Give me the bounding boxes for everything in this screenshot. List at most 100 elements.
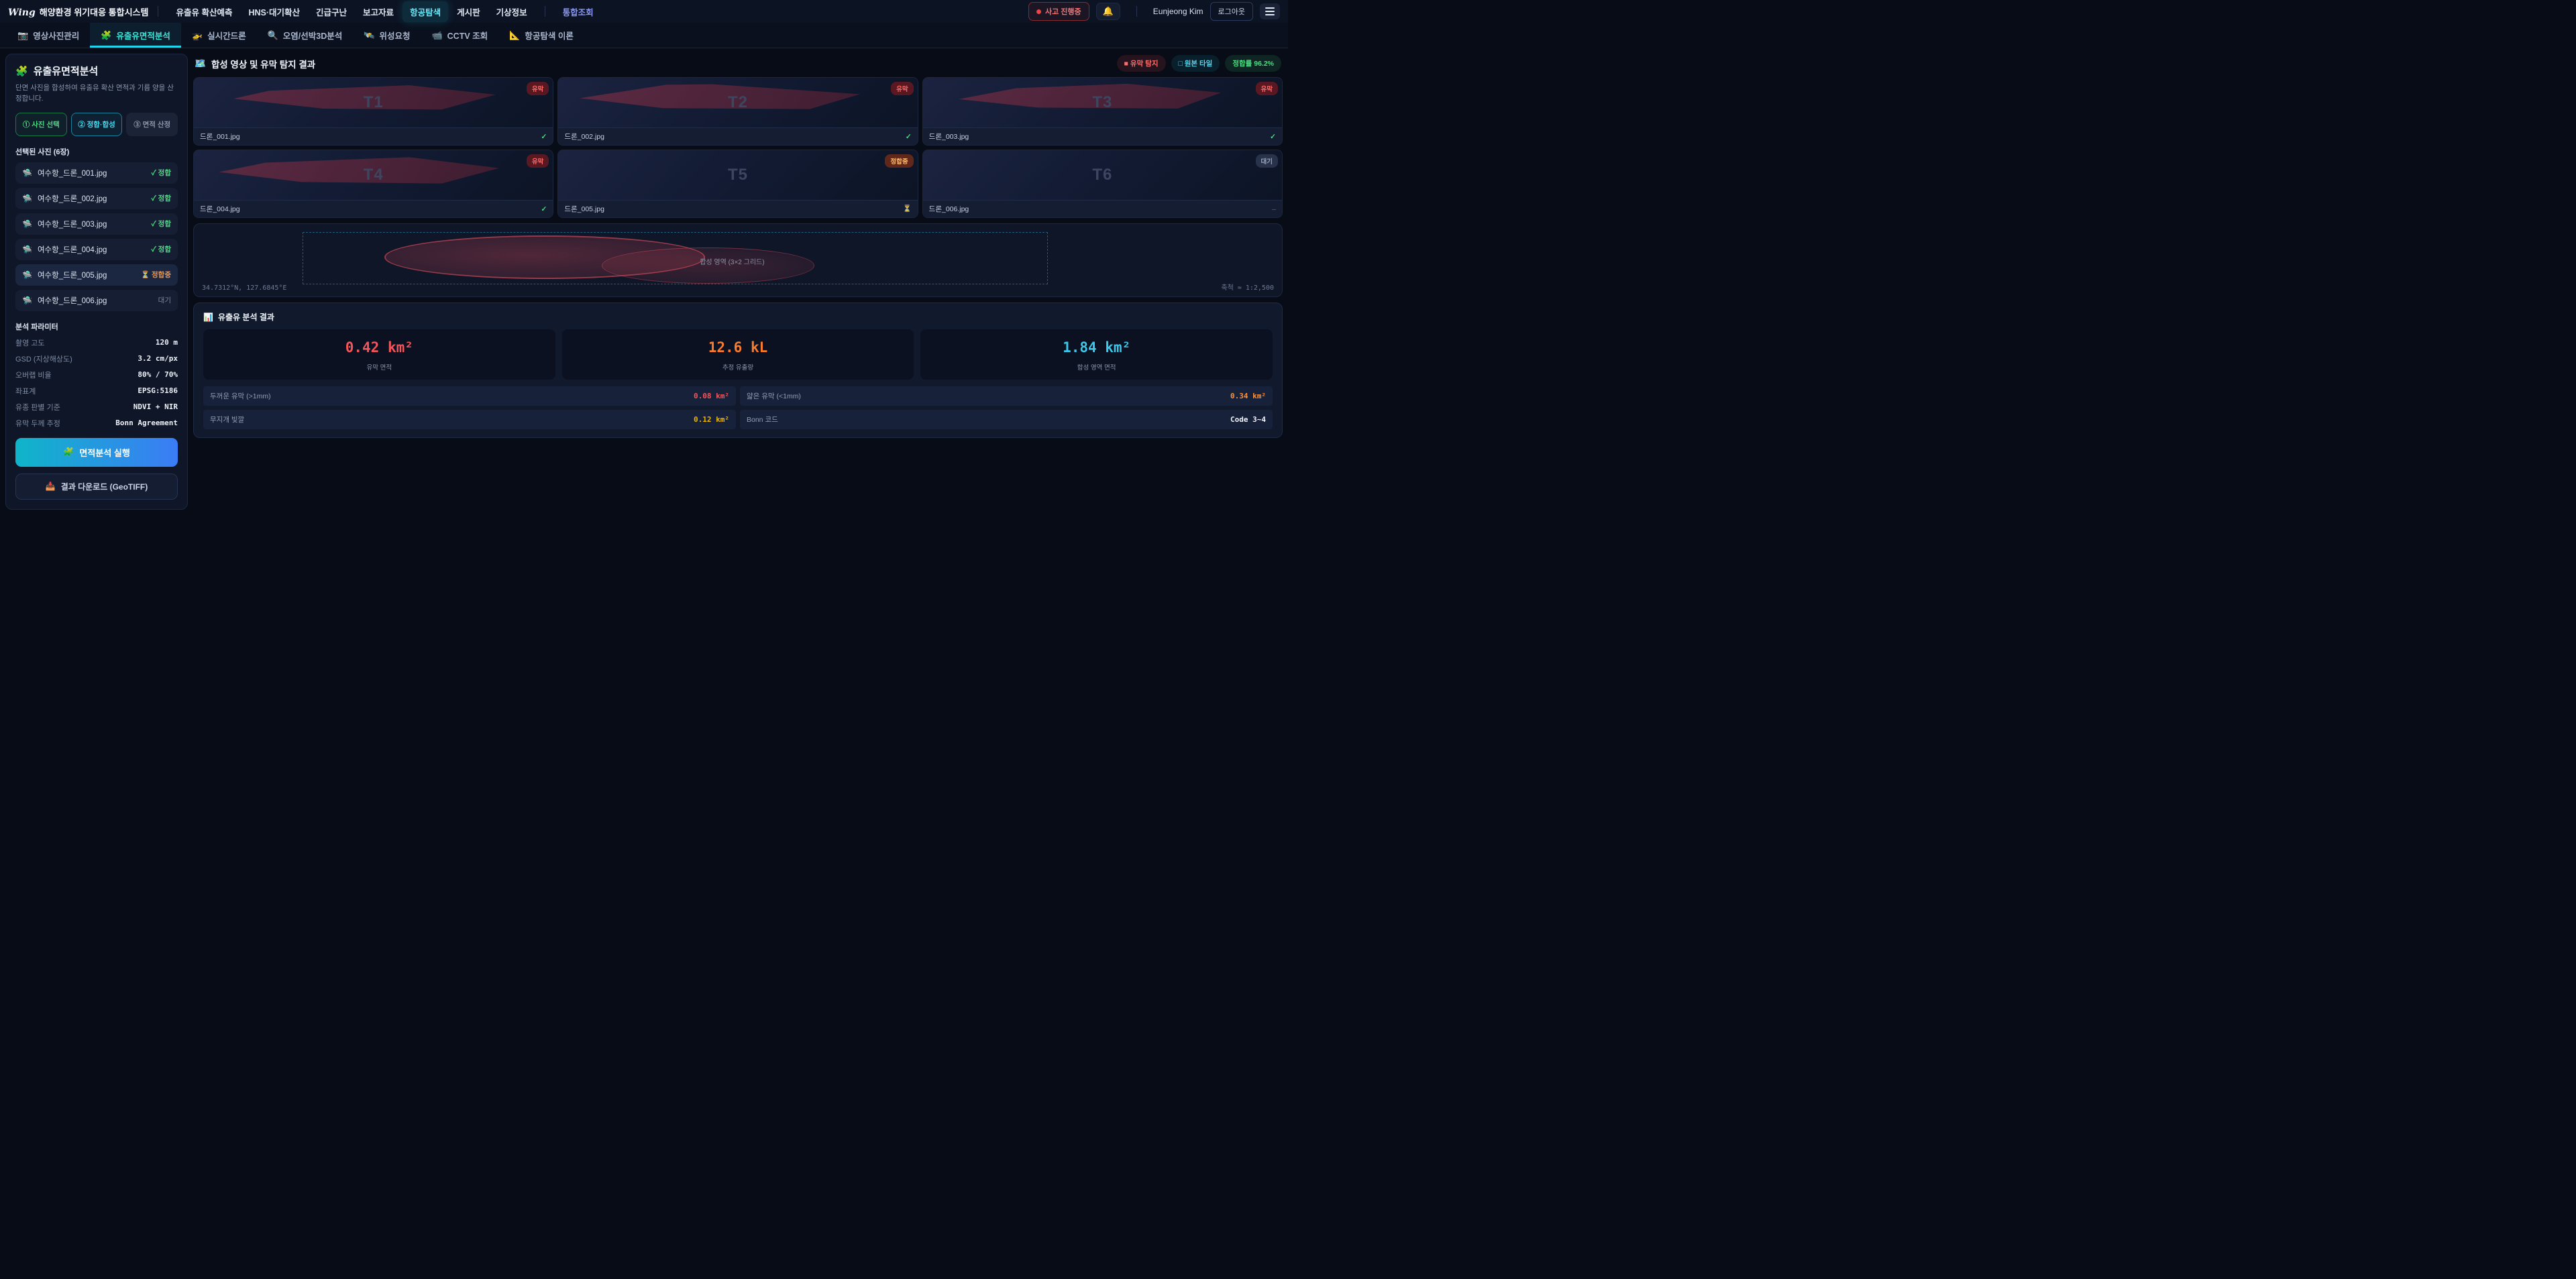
tab-satellite-request[interactable]: 🛰️ 위성요청 xyxy=(353,23,421,48)
main-title-text: 합성 영상 및 유막 탐지 결과 xyxy=(211,57,315,70)
nav-item-weather[interactable]: 기상정보 xyxy=(489,1,535,22)
analysis-sidebar: 🧩 유출유면적분석 단면 사진을 합성하여 유출유 확산 면적과 기름 양을 산… xyxy=(5,54,188,510)
page-content: 🧩 유출유면적분석 단면 사진을 합성하여 유출유 확산 면적과 기름 양을 산… xyxy=(0,48,1288,515)
tile-footer: 드론_002.jpg ✓ xyxy=(558,127,917,145)
tab-photo-management[interactable]: 📷 영상사진관리 xyxy=(7,23,90,48)
file-item[interactable]: 🛸 여수항_드론_006.jpg 대기 xyxy=(15,290,178,311)
status-dot-icon xyxy=(1036,9,1041,14)
tile-image: T6 대기 xyxy=(923,150,1282,200)
check-icon: ✓ xyxy=(906,133,912,141)
nav-item-reports[interactable]: 보고자료 xyxy=(356,1,401,22)
tile-t2[interactable]: T2 유막 드론_002.jpg ✓ xyxy=(557,77,918,146)
tile-t1[interactable]: T1 유막 드론_001.jpg ✓ xyxy=(193,77,553,146)
tile-badge: 유막 xyxy=(1256,82,1278,95)
logo-wing-icon: Wing xyxy=(8,7,36,18)
param-value: 120 m xyxy=(156,338,178,347)
nav-item-board[interactable]: 게시판 xyxy=(449,1,488,22)
tile-badge: 정합중 xyxy=(885,154,913,168)
main-title: 🗺️ 합성 영상 및 유막 탐지 결과 xyxy=(195,57,315,70)
map-scale: 축척 ≈ 1:2,500 xyxy=(1221,282,1274,292)
tile-filename: 드론_002.jpg xyxy=(564,131,604,142)
download-label: 결과 다운로드 (GeoTIFF) xyxy=(61,481,148,492)
drone-icon: 🛸 xyxy=(22,168,32,178)
detail-grid: 두꺼운 유막 (>1mm) 0.08 km² 얇은 유막 (<1mm) 0.34… xyxy=(203,386,1273,429)
notifications-button[interactable]: 🔔 xyxy=(1096,3,1120,20)
file-item[interactable]: 🛸 여수항_드론_002.jpg ✓ 정합 xyxy=(15,188,178,209)
nav-item-hns[interactable]: HNS·대기확산 xyxy=(241,1,307,22)
nav-item-rescue[interactable]: 긴급구난 xyxy=(309,1,354,22)
tab-label: 위성요청 xyxy=(379,29,410,42)
legend-original-tile[interactable]: □ 원본 타일 xyxy=(1171,55,1220,72)
download-geotiff-button[interactable]: 📥 결과 다운로드 (GeoTIFF) xyxy=(15,474,178,500)
check-icon: ✓ xyxy=(541,205,547,213)
nav-item-integrated-search[interactable]: 통합조회 xyxy=(555,1,601,22)
map-icon: 🗺️ xyxy=(195,58,206,69)
file-status: ✓ 정합 xyxy=(152,193,171,203)
tile-id: T5 xyxy=(558,150,917,200)
tile-t3[interactable]: T3 유막 드론_003.jpg ✓ xyxy=(922,77,1283,146)
tab-cctv[interactable]: 📹 CCTV 조회 xyxy=(421,23,498,48)
menu-icon[interactable] xyxy=(1260,3,1280,19)
tile-image: T5 정합중 xyxy=(558,150,917,200)
detail-row-rainbow-sheen: 무지개 빛깔 0.12 km² xyxy=(203,410,736,429)
detail-value: 0.34 km² xyxy=(1230,392,1266,400)
file-item[interactable]: 🛸 여수항_드론_001.jpg ✓ 정합 xyxy=(15,162,178,184)
file-item[interactable]: 🛸 여수항_드론_004.jpg ✓ 정합 xyxy=(15,239,178,260)
drone-icon: 🛸 xyxy=(22,194,32,203)
tab-label: 실시간드론 xyxy=(207,29,246,42)
selected-photos-title: 선택된 사진 (6장) xyxy=(15,146,178,157)
drone-icon: 🛸 xyxy=(22,245,32,254)
sidebar-title-text: 유출유면적분석 xyxy=(34,64,99,78)
step-align-merge[interactable]: ② 정합·합성 xyxy=(71,113,123,136)
tab-label: 항공탐색 이론 xyxy=(525,29,573,42)
param-value: 3.2 cm/px xyxy=(138,354,178,363)
tile-image: T2 유막 xyxy=(558,78,917,127)
file-status: 대기 xyxy=(158,295,171,305)
app-logo: Wing 해양환경 위기대응 통합시스템 xyxy=(8,5,148,18)
incident-status-badge[interactable]: 사고 진행중 xyxy=(1028,2,1089,21)
step-area-calc[interactable]: ③ 면적 산정 xyxy=(126,113,178,136)
param-value: NDVI + NIR xyxy=(133,402,178,411)
tile-t5[interactable]: T5 정합중 드론_005.jpg ⏳ xyxy=(557,150,918,218)
stat-oil-area: 0.42 km² 유막 면적 xyxy=(203,329,555,380)
tile-t4[interactable]: T4 유막 드론_004.jpg ✓ xyxy=(193,150,553,218)
param-label: 촬영 고도 xyxy=(15,337,45,348)
detail-label: 두꺼운 유막 (>1mm) xyxy=(210,391,271,401)
tile-filename: 드론_004.jpg xyxy=(200,204,240,214)
file-name: 여수항_드론_005.jpg xyxy=(38,270,107,280)
nav-item-aerial-search[interactable]: 항공탐색 xyxy=(402,1,448,22)
file-status: ✓ 정합 xyxy=(152,168,171,178)
param-row: 유종 판별 기준 NDVI + NIR xyxy=(15,402,178,412)
param-label: GSD (지상해상도) xyxy=(15,353,72,364)
tile-filename: 드론_001.jpg xyxy=(200,131,240,142)
logout-button[interactable]: 로그아웃 xyxy=(1210,2,1253,21)
tile-id: T6 xyxy=(923,150,1282,200)
file-status: ⏳ 정합중 xyxy=(141,270,171,280)
run-area-analysis-button[interactable]: 🧩 면적분석 실행 xyxy=(15,438,178,467)
file-item[interactable]: 🛸 여수항_드론_005.jpg ⏳ 정합중 xyxy=(15,264,178,286)
tab-pollution-ship-3d[interactable]: 🔍 오염/선박3D분석 xyxy=(257,23,354,48)
tile-image: T4 유막 xyxy=(194,150,553,200)
param-row: 유막 두께 추정 Bonn Agreement xyxy=(15,418,178,429)
puzzle-icon: 🧩 xyxy=(15,65,28,77)
composite-map[interactable]: 합성 영역 (3×2 그리드) 34.7312°N, 127.6845°E 축척… xyxy=(193,223,1283,297)
step-photo-select[interactable]: ① 사진 선택 xyxy=(15,113,67,136)
drone-icon: 🛸 xyxy=(22,270,32,280)
param-label: 유종 판별 기준 xyxy=(15,402,60,412)
tile-footer: 드론_004.jpg ✓ xyxy=(194,200,553,217)
app-title: 해양환경 위기대응 통합시스템 xyxy=(40,5,149,18)
tile-footer: 드론_006.jpg – xyxy=(923,200,1282,217)
tab-realtime-drone[interactable]: 🚁 실시간드론 xyxy=(181,23,257,48)
tab-oil-area-analysis[interactable]: 🧩 유출유면적분석 xyxy=(90,23,181,48)
tile-filename: 드론_005.jpg xyxy=(564,204,604,214)
dash-icon: – xyxy=(1272,205,1276,213)
legend-oil-detect[interactable]: ■ 유막 탐지 xyxy=(1117,55,1166,72)
divider xyxy=(1136,6,1137,17)
drone-icon: 🛸 xyxy=(22,296,32,305)
tile-t6[interactable]: T6 대기 드론_006.jpg – xyxy=(922,150,1283,218)
nav-item-oil-spread[interactable]: 유출유 확산예측 xyxy=(168,1,239,22)
file-name: 여수항_드론_001.jpg xyxy=(38,168,107,178)
file-item[interactable]: 🛸 여수항_드론_003.jpg ✓ 정합 xyxy=(15,213,178,235)
tab-aerial-theory[interactable]: 📐 항공탐색 이론 xyxy=(498,23,584,48)
incident-label: 사고 진행중 xyxy=(1045,6,1081,17)
